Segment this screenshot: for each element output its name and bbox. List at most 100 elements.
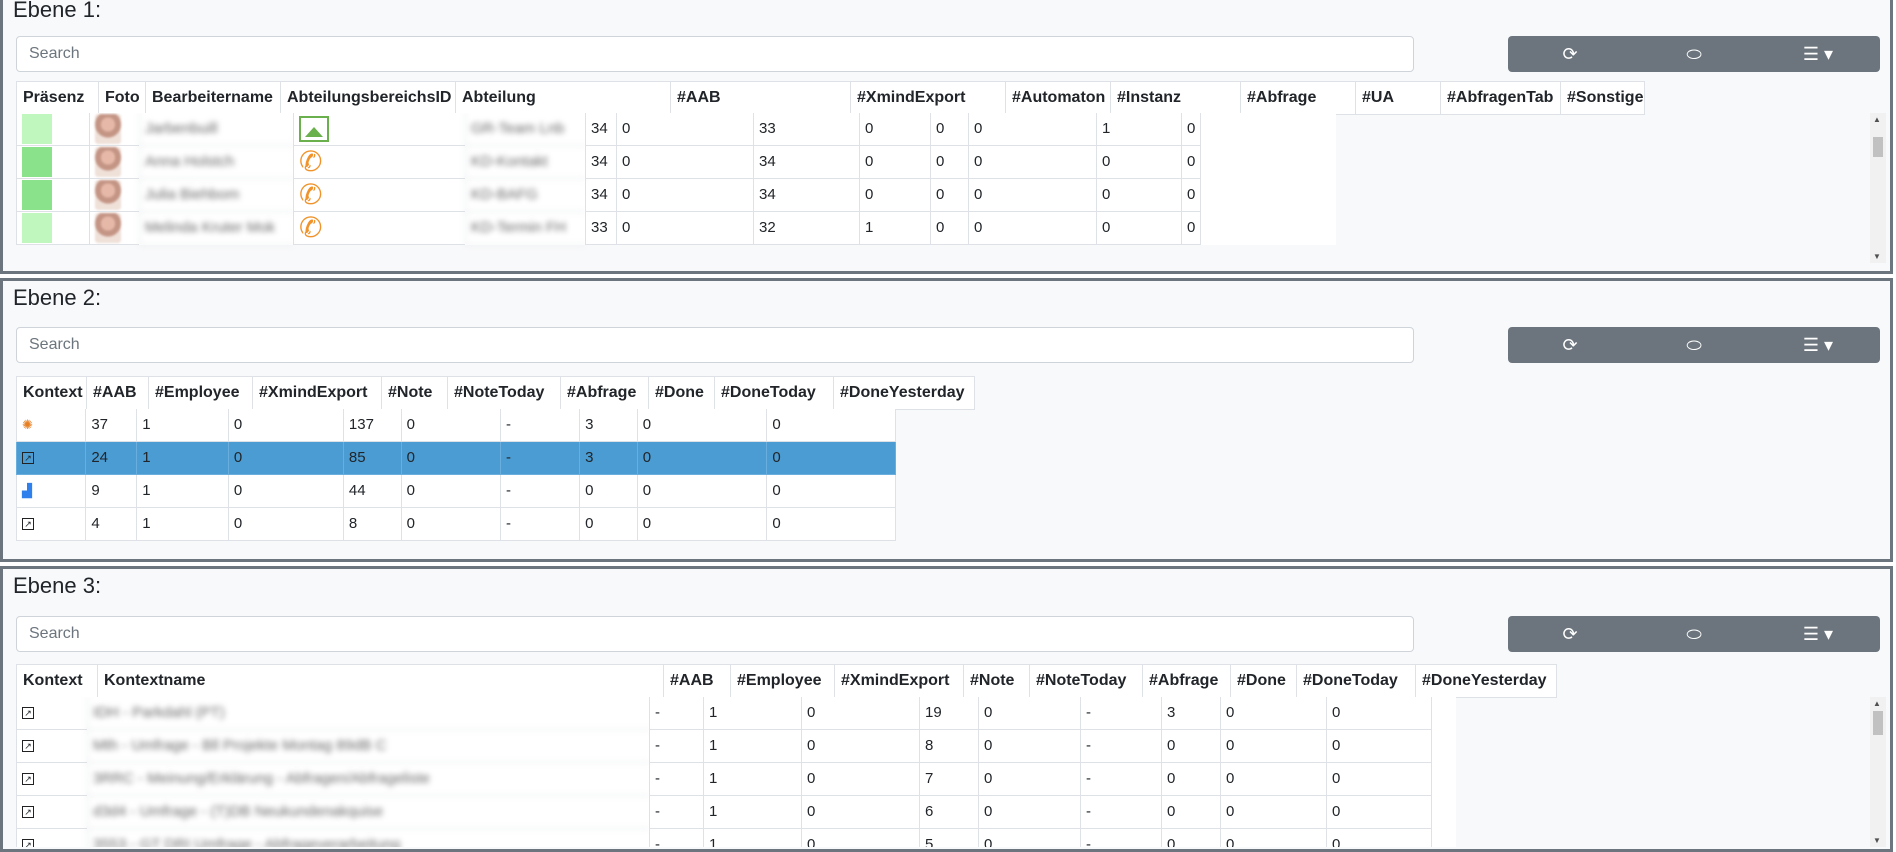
value-cell: - bbox=[1080, 829, 1161, 847]
presence-cell bbox=[16, 179, 89, 212]
table-row[interactable]: Melinda Kruter Mok ✆ KD-Termin FH 33 0 32 1 0 0 0… bbox=[16, 212, 1336, 245]
column-header[interactable]: #Abfrage bbox=[1240, 82, 1355, 114]
value-cell: 19 bbox=[919, 697, 978, 730]
ebene3-scrollbar[interactable]: ▲ ▼ bbox=[1870, 697, 1886, 847]
table-row[interactable]: ✺ 37 1 0 137 0-3 0 0 bbox=[16, 409, 896, 442]
column-header[interactable]: #AAB bbox=[670, 82, 850, 114]
column-header[interactable]: Kontextname bbox=[97, 665, 663, 697]
ebene1-table-header: Präsenz Foto Bearbeitername Abteilungsberei… bbox=[16, 81, 1645, 115]
columns-button[interactable]: ☰ ▾ bbox=[1756, 327, 1880, 363]
ebene1-scrollbar[interactable]: ▲ ▼ bbox=[1870, 113, 1886, 263]
kontextname-cell: IDH - Parkdahl (PT) bbox=[87, 697, 649, 730]
value-cell: 0 bbox=[801, 697, 919, 730]
column-header[interactable]: #Employee bbox=[148, 377, 252, 409]
photo-cell bbox=[89, 179, 139, 212]
column-header[interactable]: Präsenz bbox=[16, 82, 98, 114]
value-cell: 0 bbox=[400, 442, 501, 475]
column-header[interactable]: Foto bbox=[98, 82, 145, 114]
toggle-button[interactable]: ⬭ bbox=[1632, 616, 1756, 652]
value-cell: 0 bbox=[766, 442, 896, 475]
kontext-cell: ↗ bbox=[16, 796, 87, 829]
column-header[interactable]: Bearbeitername bbox=[145, 82, 280, 114]
refresh-button[interactable]: ⟳ bbox=[1508, 36, 1632, 72]
column-header[interactable]: #NoteToday bbox=[1029, 665, 1142, 697]
value-cell: - bbox=[500, 508, 580, 541]
ebene1-toolbar: ⟳ ⬭ ☰ ▾ bbox=[1508, 36, 1880, 72]
sonstige-cell: 0 bbox=[1181, 179, 1202, 212]
bearbeitername-cell: Melinda Kruter Mok bbox=[139, 212, 293, 245]
column-header[interactable]: Kontext bbox=[16, 377, 86, 409]
table-row[interactable]: ↗ 24 1 0 85 0-3 0 0 bbox=[16, 442, 896, 475]
table-row[interactable]: ↗ Mth - Umfrage - Bll Projekte Montag 89d… bbox=[16, 730, 1456, 763]
column-header[interactable]: #XmindExport bbox=[850, 82, 1005, 114]
table-row[interactable]: Jarbenbuill GR-Team Lnb 34 0 33 0 0 0 1 0 bbox=[16, 113, 1336, 146]
abfrage-cell: 0 bbox=[930, 146, 968, 179]
column-header[interactable]: #Instanz bbox=[1110, 82, 1240, 114]
column-header[interactable]: AbteilungsbereichsID bbox=[280, 82, 455, 114]
value-cell: 0 bbox=[579, 508, 637, 541]
xmind-cell: 0 bbox=[616, 146, 753, 179]
columns-button[interactable]: ☰ ▾ bbox=[1756, 616, 1880, 652]
column-header[interactable]: #DoneYesterday bbox=[1415, 665, 1557, 697]
columns-button[interactable]: ☰ ▾ bbox=[1756, 36, 1880, 72]
kontext-cell: ↗ bbox=[16, 697, 87, 730]
column-header[interactable]: #Note bbox=[381, 377, 447, 409]
abteilungsbereich-cell: ✆ bbox=[293, 179, 465, 212]
value-cell: 3 bbox=[579, 409, 637, 442]
value-cell: 9 bbox=[85, 475, 137, 508]
column-header[interactable]: Kontext bbox=[16, 665, 97, 697]
presence-cell bbox=[16, 146, 89, 179]
column-header[interactable]: #XmindExport bbox=[252, 377, 381, 409]
value-cell: 0 bbox=[978, 796, 1080, 829]
ebene3-search-input[interactable]: Search bbox=[16, 616, 1414, 652]
phone-icon: ✆ bbox=[299, 146, 323, 177]
kontextname-cell: d3d4 - Umfrage - (T)DB Neukundenakquise bbox=[87, 796, 649, 829]
value-cell: 1 bbox=[703, 796, 801, 829]
photo-cell bbox=[89, 212, 139, 245]
column-header[interactable]: #XmindExport bbox=[834, 665, 963, 697]
table-row[interactable]: ↗ d3d4 - Umfrage - (T)DB Neukundenakquise… bbox=[16, 796, 1456, 829]
value-cell: 0 bbox=[400, 475, 501, 508]
column-header[interactable]: #AAB bbox=[663, 665, 730, 697]
table-row[interactable]: ↗ 3RRC - Meinung/Erklärung - Abfragen/Abf… bbox=[16, 763, 1456, 796]
column-header[interactable]: #Employee bbox=[730, 665, 834, 697]
sonstige-cell: 0 bbox=[1181, 113, 1202, 146]
column-header[interactable]: Abteilung bbox=[455, 82, 670, 114]
table-row[interactable]: ↗ 4 1 0 8 0-0 0 0 bbox=[16, 508, 896, 541]
column-header[interactable]: #UA bbox=[1355, 82, 1440, 114]
refresh-button[interactable]: ⟳ bbox=[1508, 327, 1632, 363]
table-row[interactable]: ▟ 9 1 0 44 0-0 0 0 bbox=[16, 475, 896, 508]
abfrage-cell: 0 bbox=[930, 113, 968, 146]
column-header[interactable]: #DoneYesterday bbox=[833, 377, 975, 409]
column-header[interactable]: #Note bbox=[963, 665, 1029, 697]
toggle-button[interactable]: ⬭ bbox=[1632, 327, 1756, 363]
column-header[interactable]: #DoneToday bbox=[714, 377, 833, 409]
column-header[interactable]: #Automaton bbox=[1005, 82, 1110, 114]
value-cell: 0 bbox=[636, 442, 767, 475]
column-header[interactable]: #Sonstige bbox=[1560, 82, 1645, 114]
value-cell: 0 bbox=[1326, 763, 1432, 796]
kontextname-cell: Mth - Umfrage - Bll Projekte Montag 89dB… bbox=[87, 730, 649, 763]
ebene2-search-input[interactable]: Search bbox=[16, 327, 1414, 363]
columns-icon: ☰ ▾ bbox=[1802, 43, 1834, 64]
value-cell: 0 bbox=[801, 763, 919, 796]
instanz-cell: 0 bbox=[859, 146, 930, 179]
column-header[interactable]: #AbfragenTab bbox=[1440, 82, 1560, 114]
column-header[interactable]: #AAB bbox=[86, 377, 148, 409]
toggle-button[interactable]: ⬭ bbox=[1632, 36, 1756, 72]
ebene2-title: Ebene 2: bbox=[13, 285, 102, 310]
table-row[interactable]: ↗ IDH - Parkdahl (PT) -1 0 19 0-3 0 0 bbox=[16, 697, 1456, 730]
column-header[interactable]: #Done bbox=[1230, 665, 1296, 697]
ebene1-search-input[interactable]: Search bbox=[16, 36, 1414, 72]
column-header[interactable]: #Abfrage bbox=[1142, 665, 1230, 697]
column-header[interactable]: #NoteToday bbox=[447, 377, 560, 409]
column-header[interactable]: #Done bbox=[648, 377, 714, 409]
table-row[interactable]: Anna Holstch ✆ KD-Kontakt 34 0 34 0 0 0 0 0 bbox=[16, 146, 1336, 179]
avatar bbox=[95, 147, 121, 177]
kontext-cell: ↗ bbox=[16, 442, 86, 475]
refresh-button[interactable]: ⟳ bbox=[1508, 616, 1632, 652]
table-row[interactable]: ↗ 3553 - GT DRI Umfrage - Abfrageverarbei… bbox=[16, 829, 1456, 847]
column-header[interactable]: #Abfrage bbox=[560, 377, 648, 409]
table-row[interactable]: Julia Biehbom ✆ KD-BAFG 34 0 34 0 0 0 0 0 bbox=[16, 179, 1336, 212]
column-header[interactable]: #DoneToday bbox=[1296, 665, 1415, 697]
